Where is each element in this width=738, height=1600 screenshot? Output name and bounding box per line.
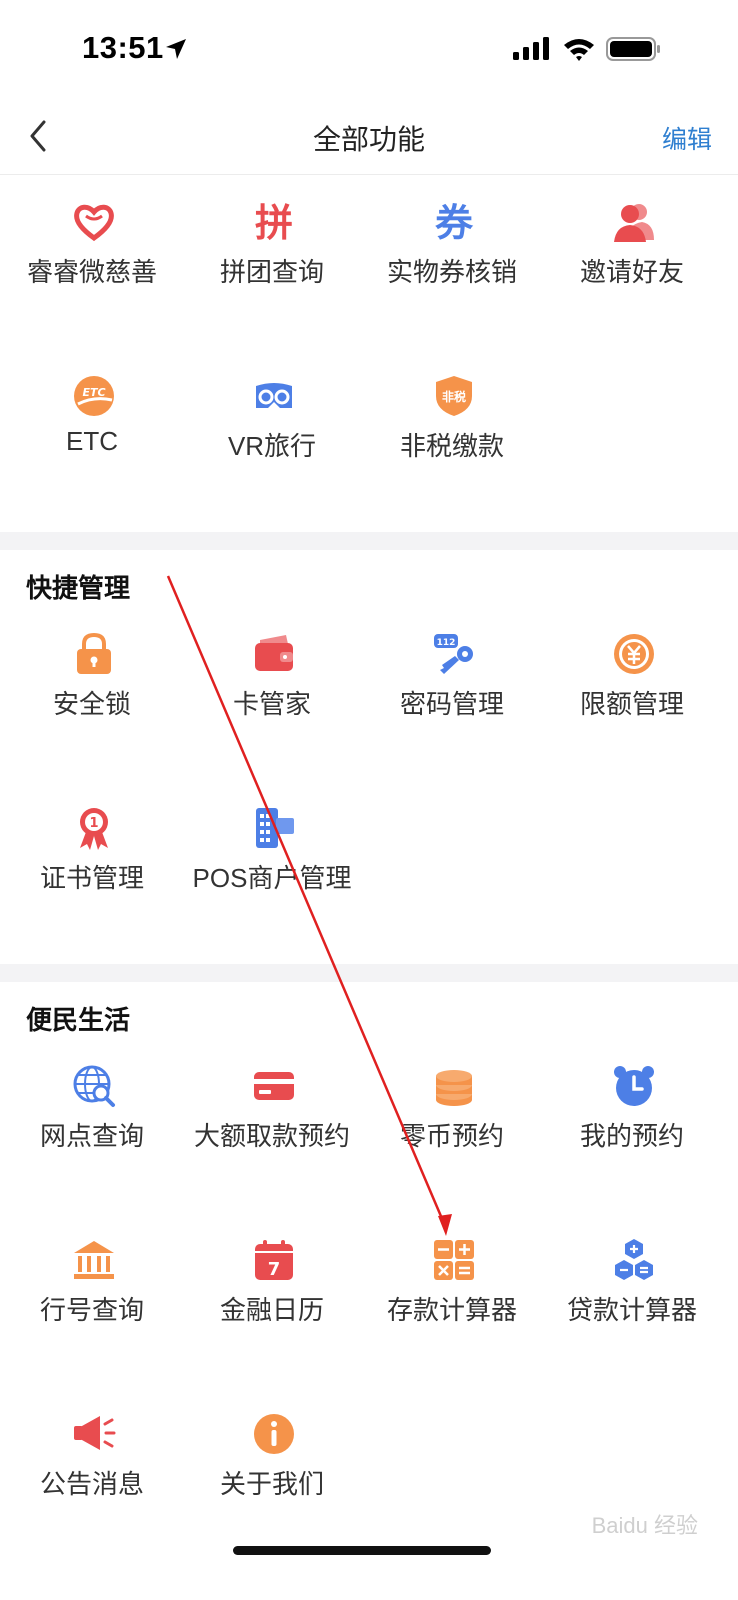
pos-terminal-icon (256, 808, 294, 848)
tax-shield-icon: 非税 (436, 376, 472, 416)
watermark: Baidu 经验 (591, 1513, 698, 1538)
coin-stack-icon (436, 1070, 472, 1106)
etc-icon: ETC (74, 376, 114, 416)
invite-friends-icon (614, 204, 654, 242)
tile-label: 金融日历 (219, 1295, 324, 1325)
bank-card-icon (254, 1072, 294, 1100)
tile-password-manage[interactable]: 112 密码管理 (360, 632, 544, 782)
tile-charity[interactable]: 睿睿微慈善 (0, 200, 184, 350)
tile-label: 拼团查询 (219, 257, 324, 287)
password-glyph: 112 (437, 638, 456, 648)
tile-label: 安全锁 (52, 689, 131, 719)
tile-label: 卡管家 (232, 689, 311, 719)
page-title: 全部功能 (312, 124, 425, 155)
tile-label: 贷款计算器 (566, 1295, 697, 1325)
branch-search-icon (73, 1065, 115, 1107)
tile-label: 网点查询 (39, 1121, 144, 1151)
alarm-clock-icon (614, 1066, 654, 1106)
tile-about-us[interactable]: 关于我们 (180, 1412, 364, 1562)
tile-label: 实物券核销 (386, 257, 517, 287)
tile-invite[interactable]: 邀请好友 (540, 200, 724, 350)
tile-label: VR旅行 (227, 431, 317, 461)
loan-calculator-icon (615, 1239, 653, 1280)
tile-non-tax[interactable]: 非税 非税缴款 (360, 374, 544, 524)
certificate-glyph: 1 (89, 816, 98, 831)
megaphone-icon (74, 1416, 116, 1450)
tile-branch-search[interactable]: 网点查询 (0, 1064, 184, 1214)
tile-label: 大额取款预约 (193, 1121, 350, 1151)
calendar-glyph: 7 (268, 1259, 281, 1280)
status-bar: 13:51 (0, 0, 738, 100)
tile-vr[interactable]: VR旅行 (180, 374, 364, 524)
password-key-icon: 112 (434, 634, 473, 674)
tile-label: 行号查询 (39, 1295, 144, 1325)
tile-label: 密码管理 (399, 689, 504, 719)
status-time: 13:51 (82, 30, 164, 65)
etc-glyph: ETC (82, 386, 105, 399)
nav-bar: 全部功能 编辑 (0, 100, 738, 175)
tile-pos-merchant[interactable]: POS商户管理 (180, 806, 364, 956)
tile-etc[interactable]: ETC ETC (0, 374, 184, 524)
coupon-glyph: 券 (435, 201, 474, 244)
bank-building-icon (74, 1241, 114, 1279)
coupon-char-icon: 券 (435, 201, 474, 244)
tile-label: 零币预约 (399, 1121, 504, 1151)
tile-label: ETC (66, 426, 118, 456)
tax-glyph: 非税 (442, 389, 466, 404)
tile-finance-calendar[interactable]: 7 金融日历 (180, 1238, 364, 1388)
tile-label: 存款计算器 (386, 1295, 517, 1325)
calendar-icon: 7 (255, 1240, 293, 1280)
tile-label: 限额管理 (579, 689, 684, 719)
edit-button[interactable]: 编辑 (662, 120, 712, 156)
tile-label: 关于我们 (219, 1469, 324, 1499)
tile-announcements[interactable]: 公告消息 (0, 1412, 184, 1562)
pin-glyph: 拼 (255, 201, 293, 244)
section-divider (0, 532, 738, 550)
tile-label: 我的预约 (579, 1121, 684, 1151)
tile-card-manager[interactable]: 卡管家 (180, 632, 364, 782)
cellular-signal-icon (513, 37, 549, 60)
battery-icon (606, 37, 660, 61)
info-icon (254, 1414, 294, 1454)
tile-label: 证书管理 (39, 863, 144, 893)
tile-label: 睿睿微慈善 (26, 257, 157, 287)
tile-loan-calculator[interactable]: 贷款计算器 (540, 1238, 724, 1388)
vr-goggles-icon (256, 383, 292, 408)
heart-icon (74, 204, 114, 242)
tile-label: 非税缴款 (399, 431, 504, 461)
certificate-badge-icon: 1 (80, 808, 108, 850)
tile-label: 公告消息 (39, 1469, 144, 1499)
tile-label: POS商户管理 (192, 863, 352, 893)
tile-my-reservation[interactable]: 我的预约 (540, 1064, 724, 1214)
wifi-icon (564, 39, 594, 61)
section-title-convenience: 便民生活 (26, 1005, 131, 1035)
pin-char-icon: 拼 (255, 201, 293, 244)
tile-security-lock[interactable]: 安全锁 (0, 632, 184, 782)
home-indicator[interactable] (233, 1546, 491, 1555)
tile-large-withdraw[interactable]: 大额取款预约 (180, 1064, 364, 1214)
tile-group-buy[interactable]: 拼 拼团查询 (180, 200, 364, 350)
limit-coin-icon (614, 634, 654, 674)
location-arrow-icon (166, 39, 186, 59)
section-title-quick-manage: 快捷管理 (26, 573, 131, 603)
tile-certificate-manage[interactable]: 1 证书管理 (0, 806, 184, 956)
tile-limit-manage[interactable]: 限额管理 (540, 632, 724, 782)
tile-label: 邀请好友 (579, 257, 684, 287)
tile-bank-code-search[interactable]: 行号查询 (0, 1238, 184, 1388)
section-divider (0, 964, 738, 982)
wallet-icon (255, 635, 293, 671)
lock-icon (77, 632, 111, 674)
tile-deposit-calculator[interactable]: 存款计算器 (360, 1238, 544, 1388)
tile-coupon[interactable]: 券 实物券核销 (360, 200, 544, 350)
tile-coin-reserve[interactable]: 零币预约 (360, 1064, 544, 1214)
calculator-icon (434, 1240, 474, 1280)
